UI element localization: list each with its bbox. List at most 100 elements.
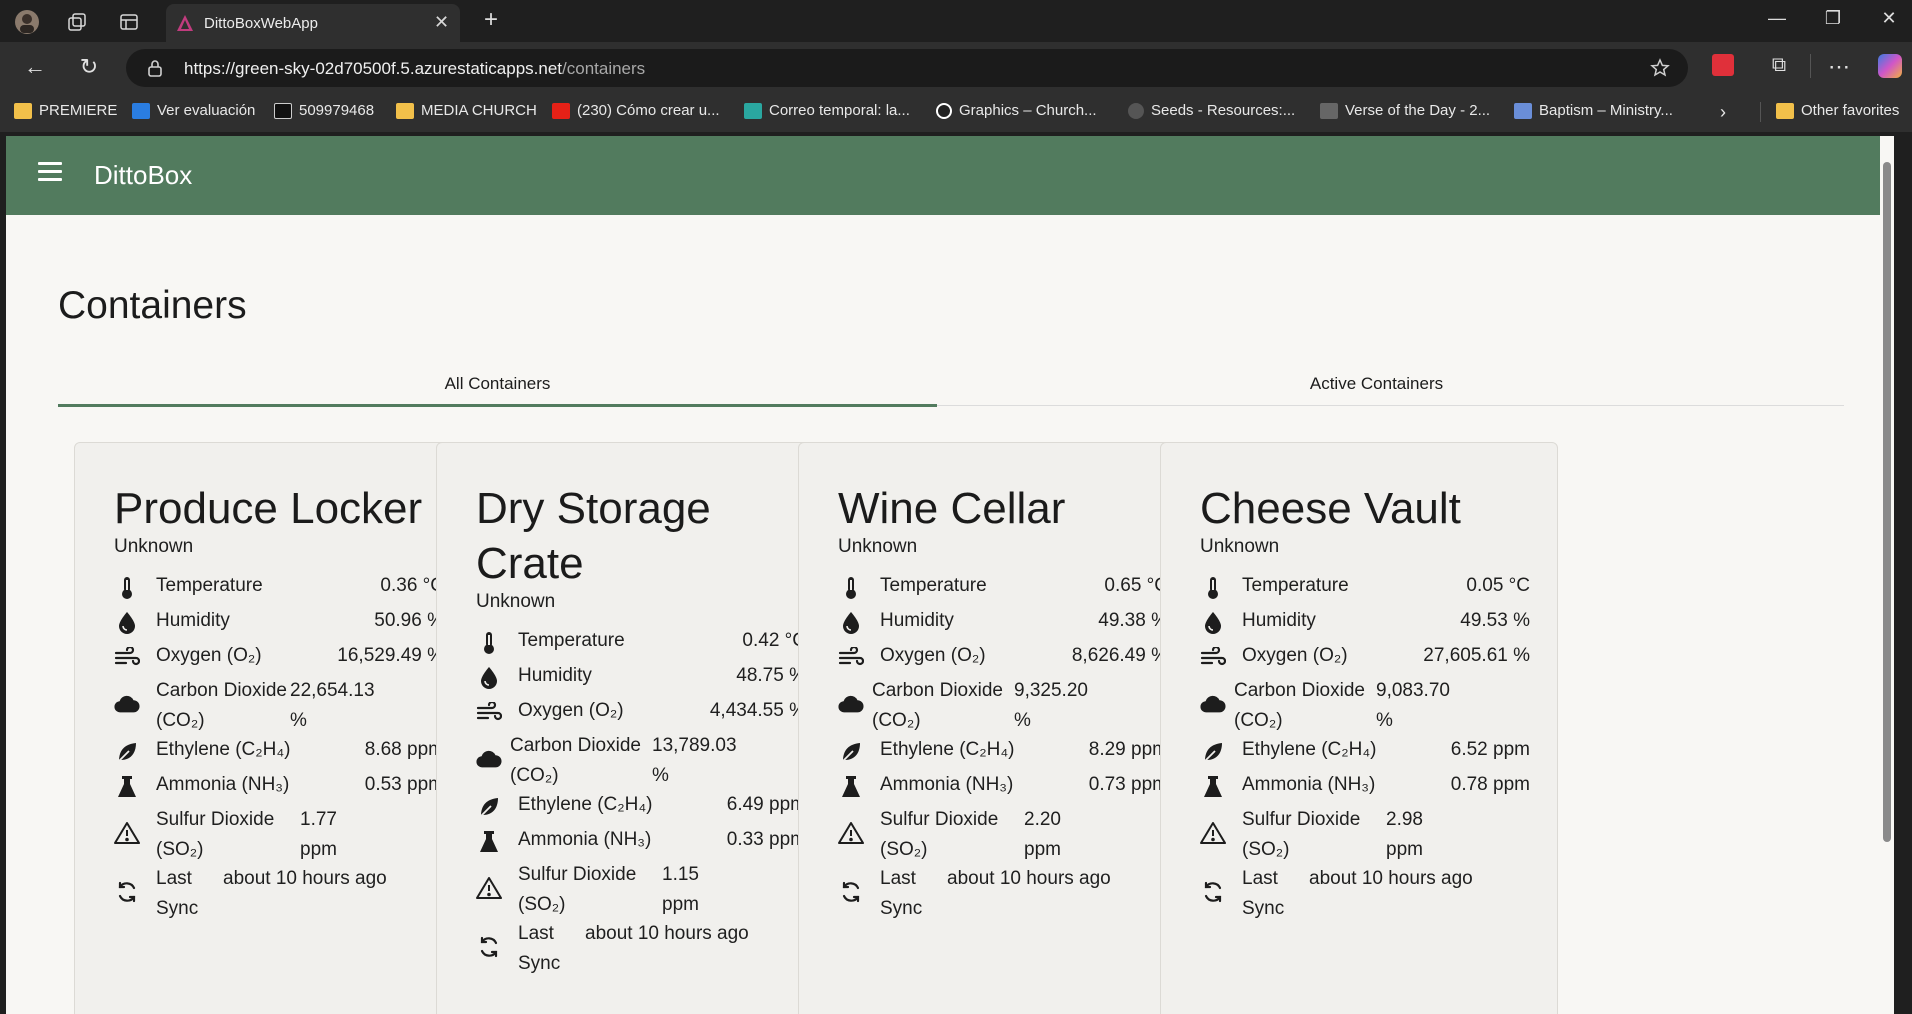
thermometer-icon (1200, 575, 1226, 601)
tab-active-containers[interactable]: Active Containers (937, 362, 1816, 406)
address-bar[interactable]: https://green-sky-02d70500f.5.azurestati… (126, 49, 1688, 87)
container-card[interactable]: Wine Cellar Unknown Temperature 0.65 °C Humi… (798, 442, 1196, 1014)
extension-red-icon[interactable] (1712, 54, 1734, 76)
reading-value: 8.29 ppm (1088, 739, 1168, 760)
container-name: Dry Storage Crate (476, 484, 711, 588)
bookmark-item[interactable]: Verse of the Day - 2... (1320, 102, 1490, 119)
more-bookmarks-chevron-icon[interactable]: › (1720, 102, 1726, 123)
cloud-icon (838, 691, 864, 717)
reading-value: 0.78 ppm (1450, 774, 1530, 795)
flask-icon (1200, 774, 1226, 800)
restore-icon[interactable]: ❐ (1818, 8, 1848, 29)
sync-icon (1200, 879, 1226, 905)
reading-label: Oxygen (O₂) (156, 645, 262, 666)
warning-triangle-icon (114, 820, 140, 846)
favorite-star-icon[interactable] (1650, 58, 1670, 78)
container-status: Unknown (114, 536, 194, 557)
reading-value: 6.52 ppm (1450, 739, 1530, 760)
reading-row-last-sync: Last Sync about 10 hours ago (476, 921, 806, 975)
reading-label: Humidity (880, 610, 954, 631)
reading-row-ammonia: Ammonia (NH₃) 0.73 ppm (838, 772, 1168, 802)
back-icon[interactable]: ← (20, 54, 50, 80)
tab-all-containers[interactable]: All Containers (58, 362, 937, 407)
reading-value: about 10 hours ago (223, 868, 387, 889)
page-title: Containers (58, 284, 247, 327)
refresh-icon[interactable]: ↻ (74, 54, 104, 80)
container-name: Produce Locker (114, 484, 423, 533)
minimize-icon[interactable]: — (1762, 8, 1792, 29)
container-name: Wine Cellar (838, 484, 1066, 533)
reading-value: 0.53 ppm (364, 774, 444, 795)
sync-icon (114, 879, 140, 905)
reading-row-humidity: Humidity 48.75 % (476, 663, 806, 693)
url-text[interactable]: https://green-sky-02d70500f.5.azurestati… (184, 59, 645, 79)
url-host: https://green-sky-02d70500f.5.azurestati… (184, 59, 563, 78)
page-scrollbar[interactable] (1880, 136, 1894, 1014)
bookmark-item[interactable]: Ver evaluación (132, 102, 255, 119)
reading-label: Ammonia (NH₃) (880, 774, 1014, 795)
workspaces-icon[interactable] (64, 9, 90, 35)
reading-value: 0.65 °C (1104, 575, 1168, 596)
other-favorites[interactable]: Other favorites (1776, 102, 1899, 119)
reading-value: 22,654.13 % (290, 680, 375, 731)
reading-value: 9,325.20 % (1014, 680, 1088, 731)
bookmark-item[interactable]: (230) Cómo crear u... (552, 102, 720, 119)
reading-value: 2.20 ppm (1024, 809, 1061, 860)
reading-row-so2: Sulfur Dioxide (SO₂) 2.98 ppm (1200, 807, 1530, 861)
browser-tab-active[interactable]: DittoBoxWebApp ✕ (166, 4, 460, 42)
water-drop-icon (838, 610, 864, 636)
cloud-icon (114, 691, 140, 717)
reading-row-oxygen: Oxygen (O₂) 16,529.49 % (114, 643, 444, 673)
hamburger-menu-icon[interactable] (38, 162, 62, 186)
circle-icon (936, 102, 952, 119)
reading-value: 8.68 ppm (364, 739, 444, 760)
container-card[interactable]: Dry Storage Crate Unknown Temperature 0.42 … (436, 442, 834, 1014)
profile-avatar[interactable] (14, 9, 40, 35)
reading-label: Ethylene (C₂H₄) (880, 739, 1015, 760)
water-drop-icon (114, 610, 140, 636)
reading-value: about 10 hours ago (585, 923, 749, 944)
copilot-icon[interactable] (1878, 54, 1902, 78)
tab-actions-icon[interactable] (116, 9, 142, 35)
app-header: DittoBox (6, 136, 1894, 215)
more-options-icon[interactable]: ⋯ (1824, 54, 1854, 80)
reading-row-temperature: Temperature 0.05 °C (1200, 573, 1530, 603)
reading-value: 2.98 ppm (1386, 809, 1423, 860)
container-card[interactable]: Cheese Vault Unknown Temperature 0.05 °C Hum… (1160, 442, 1558, 1014)
folder-icon (14, 102, 32, 119)
new-tab-icon[interactable]: + (476, 6, 506, 34)
flask-icon (114, 774, 140, 800)
close-tab-icon[interactable]: ✕ (434, 12, 449, 33)
thermometer-icon (838, 575, 864, 601)
reading-label: Last Sync (880, 868, 923, 919)
bookmark-item[interactable]: Seeds - Resources:... (1128, 102, 1295, 119)
reading-row-oxygen: Oxygen (O₂) 4,434.55 % (476, 698, 806, 728)
sync-icon (838, 879, 864, 905)
scroll-thumb[interactable] (1883, 162, 1891, 842)
bookmark-item[interactable]: 509979468 (274, 102, 374, 119)
close-window-icon[interactable]: ✕ (1874, 8, 1904, 29)
bookmark-item[interactable]: Baptism – Ministry... (1514, 102, 1673, 119)
reading-value: about 10 hours ago (947, 868, 1111, 889)
reading-row-last-sync: Last Sync about 10 hours ago (1200, 866, 1530, 920)
extensions-icon[interactable]: ⧉ (1764, 54, 1794, 77)
reading-row-co2: Carbon Dioxide (CO₂) 9,325.20 % (838, 678, 1168, 732)
bookmark-item[interactable]: PREMIERE (14, 102, 117, 119)
bookmark-divider (1760, 102, 1761, 122)
container-card[interactable]: Produce Locker Unknown Temperature 0.36 °C H… (74, 442, 472, 1014)
bookmark-item[interactable]: MEDIA CHURCH (396, 102, 537, 119)
tab-title: DittoBoxWebApp (204, 15, 318, 32)
reading-label: Temperature (880, 575, 987, 596)
tab-label: Active Containers (1309, 374, 1444, 393)
bookmark-item[interactable]: Correo temporal: la... (744, 102, 910, 119)
reading-value: 48.75 % (736, 665, 806, 686)
reading-row-humidity: Humidity 49.38 % (838, 608, 1168, 638)
reading-row-so2: Sulfur Dioxide (SO₂) 2.20 ppm (838, 807, 1168, 861)
lock-icon[interactable] (146, 59, 164, 77)
url-path: /containers (562, 59, 646, 78)
warning-triangle-icon (476, 875, 502, 901)
bookmark-item[interactable]: Graphics – Church... (936, 102, 1097, 119)
reading-row-so2: Sulfur Dioxide (SO₂) 1.15 ppm (476, 862, 806, 916)
bookmark-label: Baptism – Ministry... (1539, 102, 1673, 119)
flask-icon (838, 774, 864, 800)
